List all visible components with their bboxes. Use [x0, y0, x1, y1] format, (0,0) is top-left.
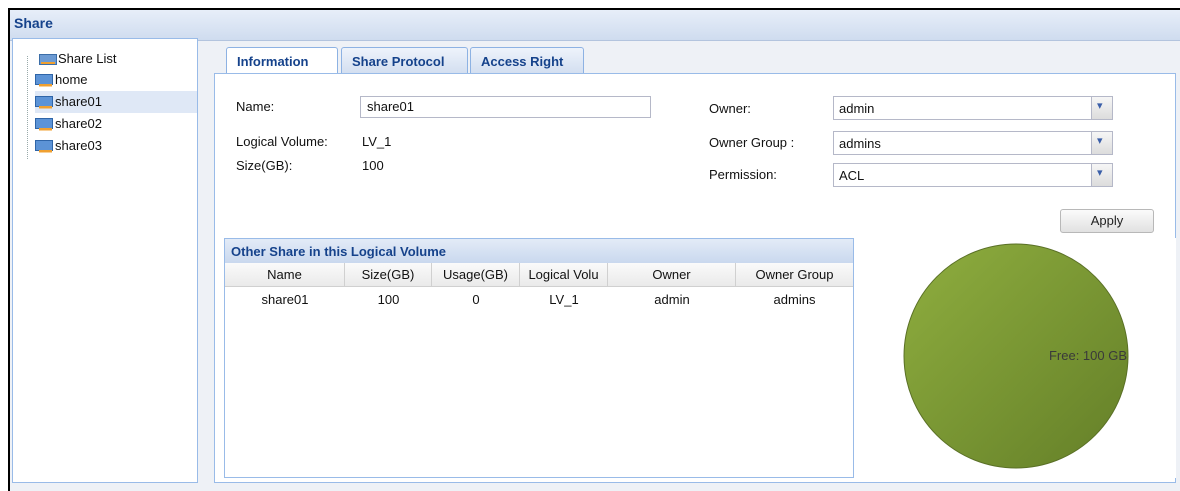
tree-item-home[interactable]: home [35, 69, 197, 91]
owner-group-select[interactable]: admins ▾ [833, 131, 1113, 155]
permission-select-value: ACL [839, 168, 865, 183]
permission-label: Permission: [709, 167, 777, 182]
other-shares-grid: Other Share in this Logical Volume Name … [224, 238, 854, 478]
column-header-owner-group[interactable]: Owner Group [736, 263, 853, 286]
column-header-size[interactable]: Size(GB) [345, 263, 432, 286]
share-icon [35, 74, 53, 87]
owner-group-dropdown-button[interactable]: ▾ [1091, 132, 1112, 154]
tree-item-label: share02 [55, 116, 102, 131]
column-header-usage[interactable]: Usage(GB) [432, 263, 520, 286]
tree-item-share02[interactable]: share02 [35, 113, 197, 135]
tab-access-right[interactable]: Access Right [470, 47, 584, 74]
tab-information[interactable]: Information [226, 47, 338, 76]
tree-item-share03[interactable]: share03 [35, 135, 197, 157]
cell-owner-group: admins [773, 292, 816, 307]
grid-header: Other Share in this Logical Volume [225, 239, 853, 264]
column-header-name[interactable]: Name [225, 263, 345, 286]
cell-logical-volume: LV_1 [549, 292, 579, 307]
column-header-row: Name Size(GB) Usage(GB) Logical Volu Own… [225, 263, 853, 287]
logical-volume-label: Logical Volume: [236, 134, 328, 149]
permission-select[interactable]: ACL ▾ [833, 163, 1113, 187]
share-icon [35, 118, 53, 131]
size-value: 100 [362, 158, 384, 173]
tree-item-label: home [55, 72, 88, 87]
chevron-down-icon: ▾ [1097, 135, 1103, 147]
permission-dropdown-button[interactable]: ▾ [1091, 164, 1112, 186]
cell-owner: admin [654, 292, 690, 307]
tab-share-protocol[interactable]: Share Protocol [341, 47, 468, 74]
tree-item-label: share01 [55, 94, 102, 109]
cell-size: 100 [377, 292, 400, 307]
size-label: Size(GB): [236, 158, 293, 173]
cell-usage: 0 [472, 292, 480, 307]
name-field[interactable]: share01 [360, 96, 651, 118]
share-icon [35, 96, 53, 109]
owner-select[interactable]: admin ▾ [833, 96, 1113, 120]
apply-button[interactable]: Apply [1060, 209, 1154, 233]
tree-root-share-list[interactable]: Share List [21, 48, 191, 70]
logical-volume-value: LV_1 [362, 134, 392, 149]
tree-item-share01[interactable]: share01 [35, 91, 197, 113]
window-title: Share [14, 15, 53, 31]
column-header-logical-volume[interactable]: Logical Volu [520, 263, 608, 286]
usage-pie-chart: Free: 100 GB [903, 243, 1129, 469]
tree-item-label: share03 [55, 138, 102, 153]
name-label: Name: [236, 99, 275, 114]
share-tree: Share List home share01 share02 share03 [12, 38, 198, 483]
window-titlebar: Share [10, 10, 1180, 41]
owner-group-select-value: admins [839, 136, 881, 151]
chevron-down-icon: ▾ [1097, 100, 1103, 112]
owner-select-value: admin [839, 101, 875, 116]
owner-dropdown-button[interactable]: ▾ [1091, 97, 1112, 119]
share-icon [35, 140, 53, 153]
owner-label: Owner: [709, 101, 751, 116]
usage-chart-panel: Free: 100 GB [854, 238, 1176, 478]
chevron-down-icon: ▾ [1097, 167, 1103, 179]
owner-group-label: Owner Group : [709, 135, 795, 150]
tree-root-label: Share List [58, 51, 117, 66]
grid-title: Other Share in this Logical Volume [231, 244, 447, 259]
column-header-owner[interactable]: Owner [608, 263, 736, 286]
folder-icon [39, 54, 57, 65]
tree-connector [27, 56, 29, 159]
pie-slice-label: Free: 100 GB [1049, 348, 1127, 363]
cell-name: share01 [261, 292, 309, 307]
